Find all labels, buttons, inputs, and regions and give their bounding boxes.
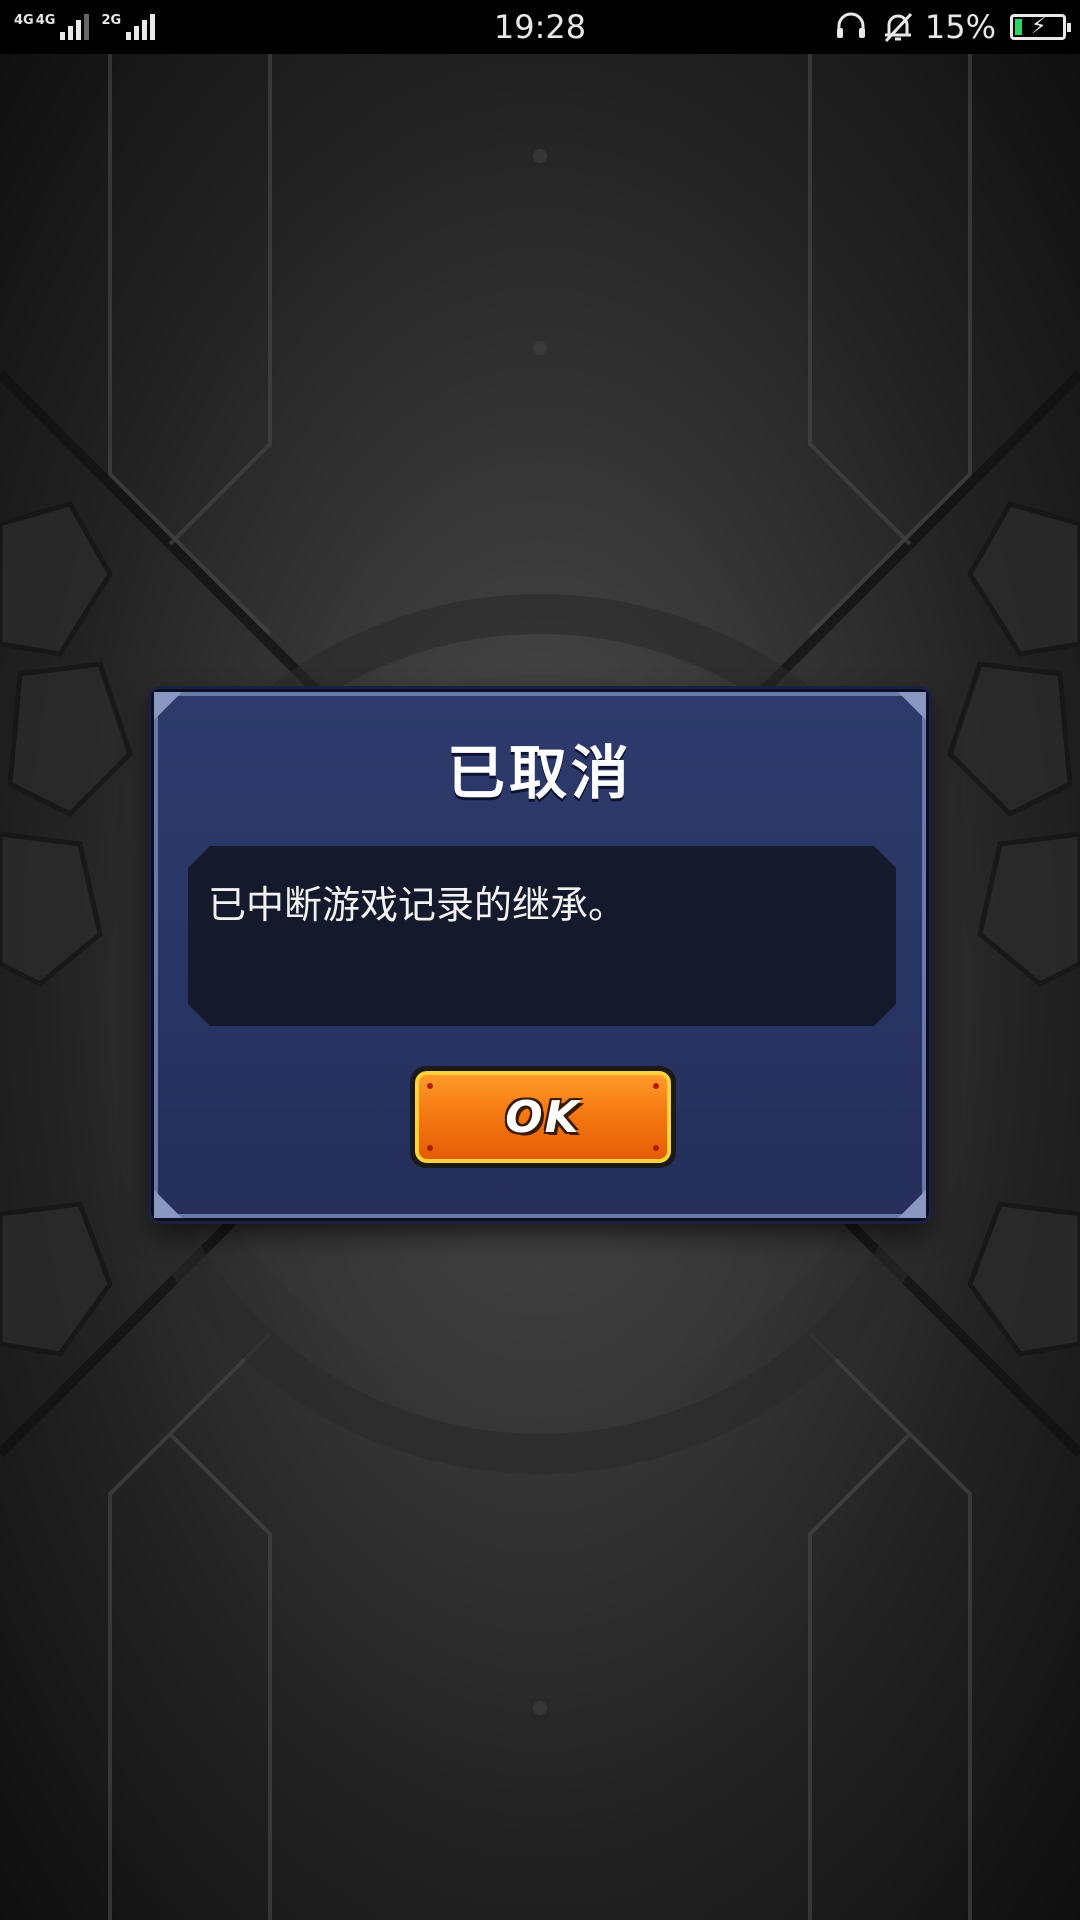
button-rivet bbox=[653, 1145, 659, 1151]
button-rivet bbox=[653, 1083, 659, 1089]
battery-icon: ⚡ bbox=[1010, 14, 1071, 40]
message-box: 已中断游戏记录的继承。 bbox=[188, 846, 896, 1026]
status-bar: 4G 4G 2G 19:28 15% ⚡ bbox=[0, 0, 1080, 54]
ok-button[interactable]: OK bbox=[410, 1066, 676, 1168]
battery-nub bbox=[1067, 23, 1071, 32]
dialog-corner-ornament bbox=[154, 692, 182, 720]
battery-percent: 15% bbox=[924, 8, 996, 46]
status-icons: 15% ⚡ bbox=[835, 8, 1071, 46]
dialog-corner-ornament bbox=[154, 1190, 182, 1218]
charging-bolt-icon: ⚡ bbox=[1031, 14, 1047, 39]
dialog-corner-ornament bbox=[898, 692, 926, 720]
headset-icon bbox=[836, 12, 865, 38]
game-screen: 4G 4G 2G 19:28 15% ⚡ 已取消 已中断游戏记录的继承。 OK bbox=[0, 0, 1080, 1920]
cancelled-dialog: 已取消 已中断游戏记录的继承。 OK bbox=[151, 689, 929, 1221]
bell-muted-icon bbox=[884, 12, 912, 43]
dialog-title: 已取消 bbox=[446, 739, 633, 807]
ok-button-label: OK bbox=[505, 1091, 581, 1143]
battery-fill bbox=[1015, 19, 1022, 35]
dialog-message: 已中断游戏记录的继承。 bbox=[208, 883, 627, 927]
ok-button-face[interactable]: OK bbox=[415, 1071, 671, 1163]
button-rivet bbox=[427, 1083, 433, 1089]
button-rivet bbox=[427, 1145, 433, 1151]
dialog-corner-ornament bbox=[898, 1190, 926, 1218]
